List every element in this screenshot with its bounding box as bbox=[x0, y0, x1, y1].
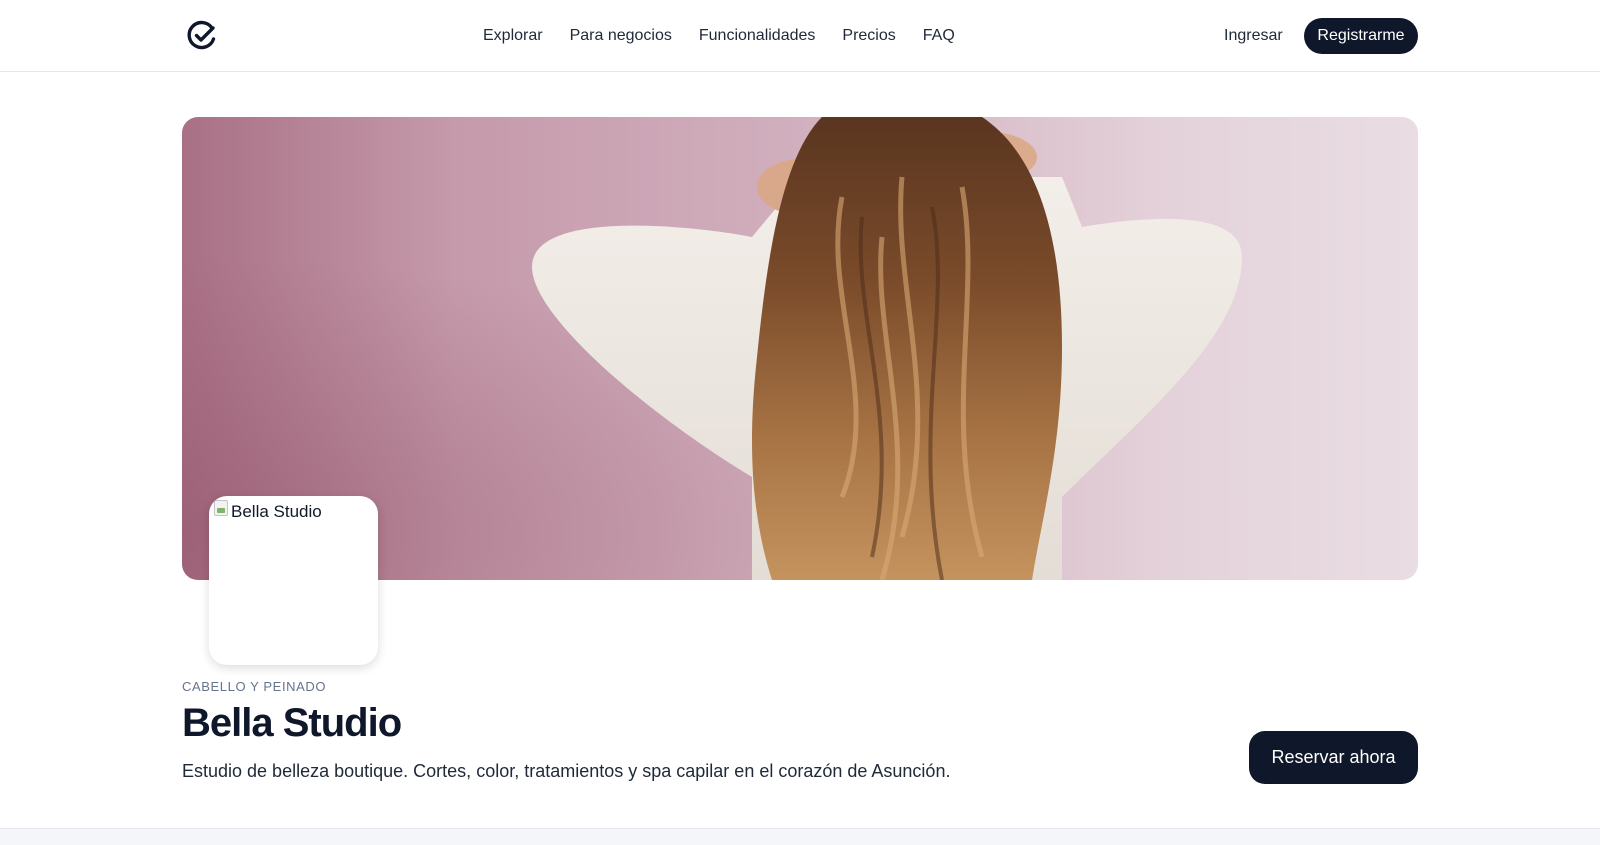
section-divider bbox=[0, 828, 1600, 845]
nav-link-explorar[interactable]: Explorar bbox=[483, 25, 543, 47]
book-now-button[interactable]: Reservar ahora bbox=[1249, 731, 1418, 784]
top-navbar: Explorar Para negocios Funcionalidades P… bbox=[0, 0, 1600, 72]
business-name: Bella Studio bbox=[182, 701, 402, 745]
broken-image-icon bbox=[214, 500, 228, 516]
business-category: CABELLO Y PEINADO bbox=[182, 679, 327, 694]
business-description: Estudio de belleza boutique. Cortes, col… bbox=[182, 761, 951, 781]
nav-link-para-negocios[interactable]: Para negocios bbox=[570, 25, 672, 47]
nav-link-precios[interactable]: Precios bbox=[842, 25, 895, 47]
avatar-alt-text: Bella Studio bbox=[231, 502, 322, 521]
main-nav: Explorar Para negocios Funcionalidades P… bbox=[483, 25, 955, 47]
nav-link-funcionalidades[interactable]: Funcionalidades bbox=[699, 25, 816, 47]
check-circle-logo-icon[interactable] bbox=[186, 19, 218, 51]
signup-button[interactable]: Registrarme bbox=[1304, 18, 1418, 54]
nav-link-faq[interactable]: FAQ bbox=[923, 25, 955, 47]
business-avatar: Bella Studio bbox=[209, 496, 378, 665]
login-link[interactable]: Ingresar bbox=[1224, 25, 1283, 47]
